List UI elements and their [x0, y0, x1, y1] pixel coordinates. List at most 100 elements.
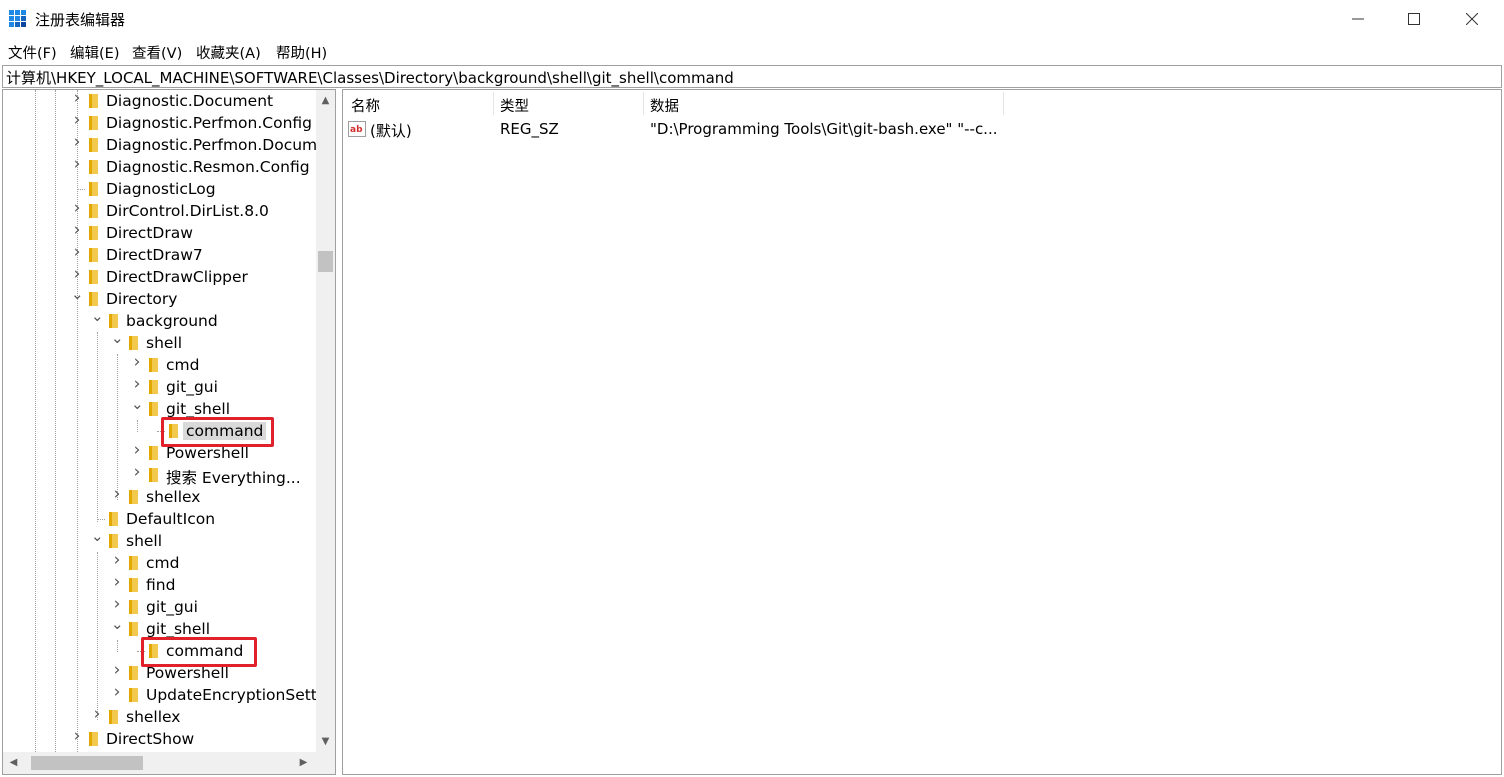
chevron-right-icon[interactable]: › — [131, 464, 143, 481]
minimize-icon — [1352, 18, 1364, 20]
chevron-right-icon[interactable]: › — [71, 200, 83, 217]
chevron-down-icon[interactable]: ⌄ — [91, 309, 104, 324]
chevron-down-icon[interactable]: ⌄ — [91, 529, 104, 544]
chevron-right-icon[interactable]: › — [71, 222, 83, 239]
column-separator[interactable] — [493, 92, 494, 115]
tree-item[interactable]: › shellex — [3, 706, 316, 728]
scroll-left-arrow-icon[interactable]: ◀ — [5, 754, 22, 772]
chevron-right-icon[interactable]: › — [111, 552, 123, 569]
column-separator[interactable] — [643, 92, 644, 115]
tree-item[interactable]: › Diagnostic.Perfmon.Config — [3, 112, 316, 134]
tree-item[interactable]: › find — [3, 574, 316, 596]
column-header-name[interactable]: 名称 — [351, 95, 380, 116]
tree-vertical-scrollbar[interactable]: ▲ ▼ — [316, 90, 335, 752]
chevron-right-icon[interactable]: › — [71, 134, 83, 151]
tree-item-label: DirectDraw — [106, 224, 193, 242]
chevron-right-icon[interactable]: › — [71, 156, 83, 173]
scroll-down-arrow-icon[interactable]: ▼ — [316, 733, 335, 750]
tree-item[interactable]: › DirectDraw — [3, 222, 316, 244]
column-separator[interactable] — [1003, 92, 1004, 115]
chevron-right-icon[interactable]: › — [71, 266, 83, 283]
folder-icon — [149, 358, 158, 372]
close-icon — [1466, 13, 1478, 25]
tree-item[interactable]: › Diagnostic.Perfmon.Document — [3, 134, 316, 156]
table-row[interactable]: ab (默认) REG_SZ "D:\Programming Tools\Git… — [343, 118, 1501, 142]
scroll-thumb[interactable] — [318, 251, 333, 272]
chevron-right-icon[interactable]: › — [131, 354, 143, 371]
tree-item[interactable]: › git_gui — [3, 376, 316, 398]
address-bar[interactable]: 计算机\HKEY_LOCAL_MACHINE\SOFTWARE\Classes\… — [2, 65, 1502, 88]
folder-icon — [89, 732, 98, 746]
chevron-down-icon[interactable]: ⌄ — [111, 617, 124, 632]
tree-item-label: shellex — [126, 708, 181, 726]
tree-item[interactable]: › shellex — [3, 486, 316, 508]
folder-icon — [129, 336, 138, 350]
tree-item[interactable]: › UpdateEncryptionSettings — [3, 684, 316, 706]
folder-icon — [129, 688, 138, 702]
chevron-right-icon[interactable]: › — [91, 706, 103, 723]
tree-item-label: DirControl.DirList.8.0 — [106, 202, 269, 220]
folder-icon — [129, 600, 138, 614]
tree-item[interactable]: › DirectShow — [3, 728, 316, 750]
scroll-up-arrow-icon[interactable]: ▲ — [316, 92, 335, 109]
chevron-right-icon[interactable]: › — [71, 112, 83, 129]
chevron-right-icon[interactable]: › — [111, 662, 123, 679]
scroll-corner — [316, 752, 335, 774]
tree-item[interactable]: › cmd — [3, 552, 316, 574]
tree-item-label: UpdateEncryptionSettings — [146, 686, 316, 704]
column-header-type[interactable]: 类型 — [500, 95, 529, 116]
tree-item-label: shell — [126, 532, 163, 550]
tree-item[interactable]: DiagnosticLog — [3, 178, 316, 200]
chevron-right-icon[interactable]: › — [71, 90, 83, 107]
annotation-highlight-box — [141, 637, 257, 667]
chevron-right-icon[interactable]: › — [131, 376, 143, 393]
address-path[interactable]: 计算机\HKEY_LOCAL_MACHINE\SOFTWARE\Classes\… — [6, 67, 734, 88]
menu-view[interactable]: 查看(V) — [132, 42, 182, 63]
menu-favorites[interactable]: 收藏夹(A) — [196, 42, 261, 63]
tree-item[interactable]: ⌄ Directory — [3, 287, 316, 310]
tree-item[interactable]: › git_gui — [3, 596, 316, 618]
tree-item-label: git_shell — [146, 620, 211, 638]
folder-icon — [109, 314, 118, 328]
chevron-down-icon[interactable]: ⌄ — [71, 287, 84, 302]
menu-help[interactable]: 帮助(H) — [276, 42, 327, 63]
tree-item[interactable]: › Diagnostic.Document — [3, 90, 316, 112]
tree-item[interactable]: DefaultIcon — [3, 508, 316, 530]
folder-icon — [109, 534, 118, 548]
tree-item[interactable]: › 搜索 Everything... — [3, 464, 316, 488]
chevron-right-icon[interactable]: › — [71, 244, 83, 261]
chevron-down-icon[interactable]: ⌄ — [131, 397, 144, 412]
chevron-right-icon[interactable]: › — [71, 728, 83, 745]
tree-item[interactable]: ⌄ background — [3, 309, 316, 332]
scroll-thumb[interactable] — [31, 756, 143, 770]
chevron-right-icon[interactable]: › — [131, 442, 143, 459]
tree-item[interactable]: ⌄ shell — [3, 331, 316, 354]
title-bar: 注册表编辑器 — [0, 0, 1504, 38]
tree-horizontal-scrollbar[interactable]: ◀ ▶ — [3, 752, 316, 774]
folder-icon — [89, 160, 98, 174]
chevron-down-icon[interactable]: ⌄ — [111, 331, 124, 346]
menu-edit[interactable]: 编辑(E) — [70, 42, 119, 63]
menu-file[interactable]: 文件(F) — [8, 42, 57, 63]
chevron-right-icon[interactable]: › — [111, 486, 123, 503]
tree-item[interactable]: ⌄ shell — [3, 529, 316, 552]
scroll-right-arrow-icon[interactable]: ▶ — [295, 754, 312, 772]
close-button[interactable] — [1444, 0, 1500, 38]
chevron-right-icon[interactable]: › — [111, 596, 123, 613]
key-tree-pane: › Diagnostic.Document › Diagnostic.Perfmon.… — [2, 89, 336, 775]
tree-guide-line — [77, 189, 85, 190]
folder-icon — [129, 622, 138, 636]
tree-item[interactable]: › Diagnostic.Resmon.Config — [3, 156, 316, 178]
chevron-right-icon[interactable]: › — [111, 684, 123, 701]
tree-item[interactable]: › DirectDraw7 — [3, 244, 316, 266]
chevron-right-icon[interactable]: › — [111, 574, 123, 591]
minimize-button[interactable] — [1330, 0, 1386, 38]
folder-icon — [109, 710, 118, 724]
tree-item-label: shell — [146, 334, 183, 352]
maximize-button[interactable] — [1386, 0, 1442, 38]
folder-icon — [89, 138, 98, 152]
tree-item[interactable]: › DirectDrawClipper — [3, 266, 316, 288]
tree-item[interactable]: › DirControl.DirList.8.0 — [3, 200, 316, 222]
tree-item[interactable]: › cmd — [3, 354, 316, 376]
column-header-data[interactable]: 数据 — [650, 95, 679, 116]
